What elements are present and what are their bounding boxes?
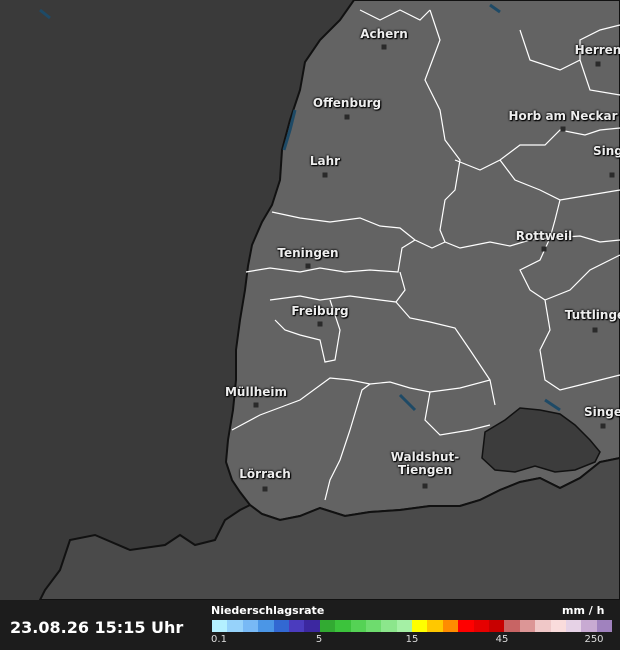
map-canvas <box>38 0 620 600</box>
scale-swatch <box>350 620 366 632</box>
city-marker <box>595 61 601 67</box>
scale-swatch <box>504 620 520 632</box>
city-marker <box>322 172 328 178</box>
scale-swatch <box>489 620 505 632</box>
scale-swatch <box>365 620 382 632</box>
scale-swatch <box>396 620 413 632</box>
scale-swatch <box>519 620 536 632</box>
legend-title: Niederschlagsrate <box>211 604 325 617</box>
legend-bar: 23.08.26 15:15 Uhr Niederschlagsrate mm … <box>0 600 620 650</box>
city-marker <box>609 172 615 178</box>
city-label: Freiburg <box>291 304 349 318</box>
scale-swatch <box>227 620 243 632</box>
city-label: Teningen <box>277 246 339 260</box>
city-label: Tuttlinge <box>564 308 620 322</box>
scale-swatch <box>381 620 397 632</box>
scale-tick-label: 45 <box>495 634 509 645</box>
city-marker <box>381 44 387 50</box>
timestamp: 23.08.26 15:15 Uhr <box>10 618 184 637</box>
scale-swatch <box>304 620 320 632</box>
scale-swatch <box>581 620 597 632</box>
city-marker <box>600 423 606 429</box>
city-label: Lahr <box>309 154 341 168</box>
scale-swatch <box>335 620 351 632</box>
scale-swatch <box>273 620 289 632</box>
city-label: Waldshut- Tiengen <box>390 450 460 477</box>
city-marker <box>422 483 428 489</box>
city-marker <box>317 321 323 327</box>
city-marker <box>592 327 598 333</box>
scale-swatch <box>412 620 428 632</box>
city-label: Horb am Neckar <box>508 109 618 123</box>
scale-swatch <box>442 620 459 632</box>
city-marker <box>344 114 350 120</box>
scale-tick-label: 5 <box>315 634 323 645</box>
scale-swatch <box>565 620 582 632</box>
city-marker <box>541 246 547 252</box>
city-label: Singe <box>592 144 620 158</box>
city-label: Achern <box>360 27 408 41</box>
scale-tick-label: 250 <box>584 634 604 645</box>
scale-swatch <box>550 620 566 632</box>
scale-swatch <box>212 620 228 632</box>
scale-swatch <box>458 620 474 632</box>
city-marker <box>253 402 259 408</box>
city-label: Müllheim <box>224 385 288 399</box>
scale-swatch <box>596 620 613 632</box>
city-label: Singe <box>583 405 620 419</box>
scale-tick-label: 0.1 <box>211 634 227 645</box>
city-label: Offenburg <box>312 96 382 110</box>
scale-swatch <box>258 620 274 632</box>
scale-swatch <box>319 620 336 632</box>
legend-unit: mm / h <box>562 604 605 617</box>
precipitation-scale <box>212 620 613 632</box>
scale-swatch <box>535 620 551 632</box>
city-marker <box>262 486 268 492</box>
city-label: Rottweil <box>515 229 573 243</box>
scale-swatch <box>427 620 443 632</box>
city-label: Lörrach <box>239 467 291 481</box>
city-marker <box>560 126 566 132</box>
city-label: Herren <box>574 43 620 57</box>
scale-swatch <box>242 620 259 632</box>
scale-swatch <box>288 620 305 632</box>
scale-swatch <box>473 620 490 632</box>
city-marker <box>305 263 311 269</box>
map-view[interactable]: Achern Herren Offenburg Horb am Neckar Lahr S… <box>0 0 620 600</box>
scale-tick-label: 15 <box>405 634 419 645</box>
